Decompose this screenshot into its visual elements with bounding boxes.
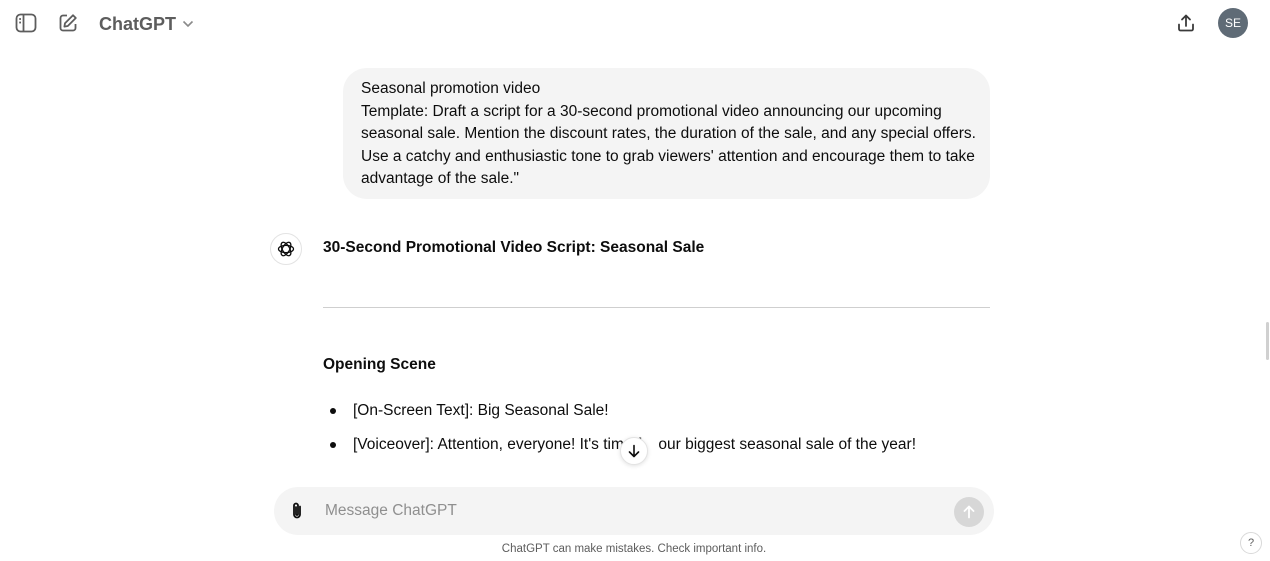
user-message-bubble: Seasonal promotion video Template: Draft… — [343, 68, 990, 199]
scroll-to-bottom-button[interactable] — [620, 437, 648, 465]
arrow-up-icon — [962, 505, 976, 519]
assistant-avatar — [270, 233, 302, 265]
user-message-line: advantage of the sale." — [361, 170, 520, 187]
openai-logo-icon — [276, 239, 296, 259]
new-chat-button[interactable] — [56, 11, 80, 35]
send-button[interactable] — [954, 497, 984, 527]
chevron-down-icon — [182, 20, 194, 28]
disclaimer-text: ChatGPT can make mistakes. Check importa… — [501, 543, 767, 555]
user-message-line: Seasonal promotion video — [361, 80, 541, 97]
share-icon — [1176, 13, 1196, 33]
user-message-line: Use a catchy and enthusiastic tone to gr… — [361, 147, 975, 165]
attach-button[interactable] — [284, 498, 310, 524]
avatar-initials: SE — [1224, 16, 1241, 30]
help-button[interactable]: ? — [1240, 532, 1262, 554]
divider — [323, 307, 990, 308]
new-chat-icon — [58, 13, 78, 33]
user-message-line: Template: Draft a script for a 30-second… — [361, 102, 942, 120]
user-avatar[interactable]: SE — [1218, 8, 1248, 38]
section-heading: Opening Scene — [323, 356, 436, 373]
message-input[interactable] — [325, 498, 935, 524]
arrow-down-icon — [627, 444, 641, 458]
scrollbar-thumb[interactable] — [1266, 322, 1269, 360]
sidebar-toggle-icon — [15, 13, 37, 33]
response-heading: 30-Second Promotional Video Script: Seas… — [323, 239, 705, 256]
paperclip-icon — [288, 501, 306, 521]
bullet-list: [On-Screen Text]: Big Seasonal Sale! [Vo… — [323, 400, 916, 467]
share-button[interactable] — [1174, 11, 1198, 35]
sidebar-toggle-button[interactable] — [14, 11, 38, 35]
model-selector[interactable]: ChatGPT — [99, 12, 194, 36]
list-item: [On-Screen Text]: Big Seasonal Sale! — [323, 400, 916, 434]
model-name: ChatGPT — [99, 13, 177, 34]
user-message-line: seasonal sale. Mention the discount rate… — [361, 125, 976, 142]
help-icon: ? — [1247, 537, 1255, 549]
